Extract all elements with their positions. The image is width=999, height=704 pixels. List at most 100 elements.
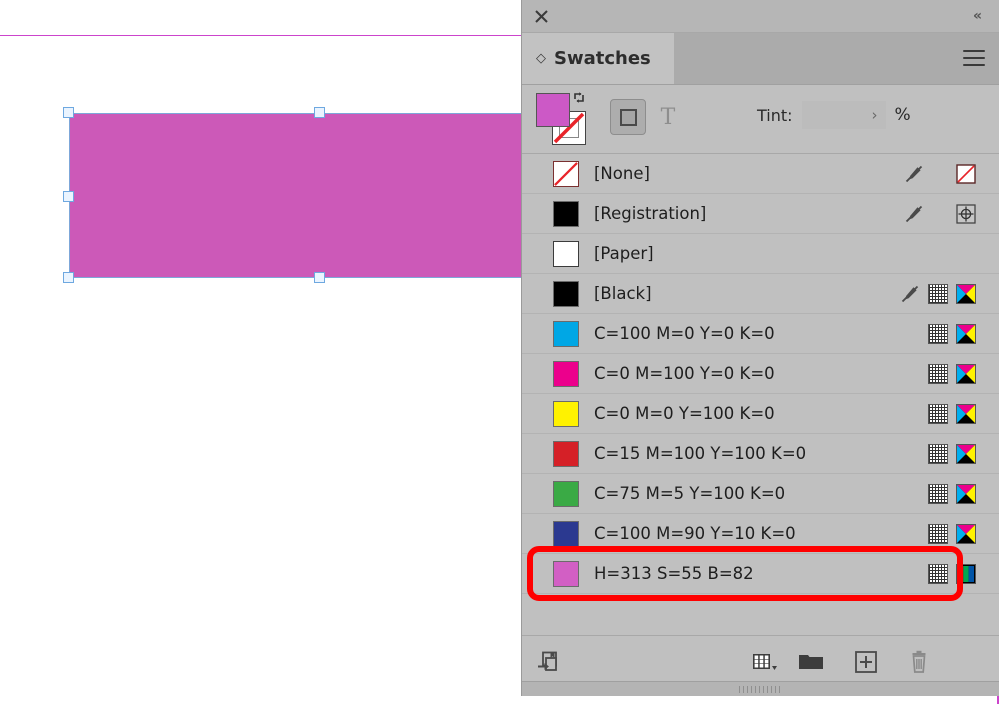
swatch-color-chip[interactable]	[553, 400, 579, 427]
selection-handle-bottom-middle[interactable]	[314, 272, 325, 283]
add-to-library-icon[interactable]	[534, 648, 564, 676]
tint-input[interactable]: ›	[801, 101, 886, 129]
tint-label: Tint:	[757, 105, 793, 125]
tint-pattern-icon	[927, 363, 949, 385]
swap-fill-stroke-icon[interactable]	[573, 91, 587, 105]
swatch-color-chip[interactable]	[553, 480, 579, 507]
swatch-row-icons	[927, 394, 977, 434]
tint-pattern-icon	[927, 323, 949, 345]
swatch-color-chip[interactable]	[553, 560, 579, 587]
panel-resize-grip[interactable]	[522, 681, 999, 696]
swatch-row[interactable]: [None]	[522, 154, 999, 194]
cmyk-icon	[955, 483, 977, 505]
panel-tab-strip: ◇ Swatches	[522, 33, 999, 85]
tab-swatches[interactable]: ◇ Swatches	[522, 33, 674, 84]
swatch-name: C=100 M=90 Y=10 K=0	[594, 524, 796, 543]
selection-handle-middle-left[interactable]	[63, 191, 74, 202]
formatting-affects-container-button[interactable]	[610, 99, 646, 135]
swatch-row-icons	[903, 194, 977, 234]
swatch-name: C=0 M=100 Y=0 K=0	[594, 364, 775, 383]
swatch-row-icons	[927, 554, 977, 594]
tab-swatches-label: Swatches	[554, 48, 651, 69]
swatch-row[interactable]: [Paper]	[522, 234, 999, 274]
selection-handle-bottom-left[interactable]	[63, 272, 74, 283]
rgb-icon	[955, 563, 977, 585]
cmyk-icon	[955, 403, 977, 425]
no-edit-lock-icon	[899, 283, 921, 305]
swatch-color-chip[interactable]	[553, 360, 579, 387]
swatch-row-icons	[927, 514, 977, 554]
selection-handle-top-middle[interactable]	[314, 107, 325, 118]
swatch-color-chip[interactable]	[553, 200, 579, 227]
selected-rectangle-shape[interactable]	[69, 113, 529, 278]
tint-pattern-icon	[927, 443, 949, 465]
none-swatch-icon	[955, 163, 977, 185]
swatch-row-icons	[927, 314, 977, 354]
cmyk-icon	[955, 323, 977, 345]
tint-stepper-chevron-icon[interactable]: ›	[872, 107, 878, 123]
swatch-row-icons	[955, 234, 977, 274]
swatch-name: C=15 M=100 Y=100 K=0	[594, 444, 807, 463]
swatch-row[interactable]: H=313 S=55 B=82	[522, 554, 999, 594]
swatch-name: [Black]	[594, 284, 652, 303]
swatch-color-chip[interactable]	[553, 320, 579, 347]
swatch-name: H=313 S=55 B=82	[594, 564, 754, 583]
new-swatch-icon[interactable]	[851, 648, 881, 676]
hamburger-menu-icon[interactable]	[963, 50, 985, 66]
swatch-color-chip[interactable]	[553, 440, 579, 467]
cmyk-icon	[955, 523, 977, 545]
swatch-name: [Paper]	[594, 244, 654, 263]
swatches-panel: « ◇ Swatches T Tint: › % [None] [Registr…	[521, 0, 999, 696]
no-edit-lock-icon	[903, 163, 925, 185]
tint-pattern-icon	[927, 523, 949, 545]
swatch-row[interactable]: C=0 M=100 Y=0 K=0	[522, 354, 999, 394]
collapse-panel-icon[interactable]: «	[967, 7, 987, 25]
tint-pattern-icon	[927, 403, 949, 425]
close-icon[interactable]	[532, 7, 550, 25]
swatch-row[interactable]: C=0 M=0 Y=100 K=0	[522, 394, 999, 434]
swatch-list[interactable]: [None] [Registration] [Paper] [Black] C=…	[522, 154, 999, 635]
selection-handle-top-left[interactable]	[63, 107, 74, 118]
cmyk-icon	[955, 363, 977, 385]
new-color-group-icon[interactable]	[750, 648, 780, 676]
swatch-name: C=75 M=5 Y=100 K=0	[594, 484, 786, 503]
formatting-affects-text-button[interactable]: T	[652, 99, 684, 135]
tint-pattern-icon	[927, 563, 949, 585]
swatch-name: [Registration]	[594, 204, 707, 223]
grip-lines-icon	[739, 685, 783, 693]
diamond-icon: ◇	[536, 51, 546, 66]
none-slash-icon	[554, 161, 578, 186]
swatch-color-chip[interactable]	[553, 280, 579, 307]
swatch-row-icons	[903, 154, 977, 194]
swatch-name: C=100 M=0 Y=0 K=0	[594, 324, 775, 343]
cmyk-icon	[955, 283, 977, 305]
tint-pattern-icon	[927, 283, 949, 305]
delete-swatch-trash-icon[interactable]	[904, 648, 934, 676]
swatch-color-chip[interactable]	[553, 160, 579, 187]
swatch-row[interactable]: C=100 M=0 Y=0 K=0	[522, 314, 999, 354]
fill-stroke-selector[interactable]	[536, 91, 592, 147]
tint-group: Tint: › %	[757, 101, 911, 129]
cmyk-icon	[955, 443, 977, 465]
swatch-row[interactable]: C=75 M=5 Y=100 K=0	[522, 474, 999, 514]
tint-percent-label: %	[894, 105, 911, 125]
icon-spacer	[955, 243, 977, 265]
swatch-row-icons	[927, 474, 977, 514]
swatch-row[interactable]: [Registration]	[522, 194, 999, 234]
new-color-group-folder-icon[interactable]	[796, 648, 826, 676]
swatch-color-chip[interactable]	[553, 240, 579, 267]
swatch-row-icons	[927, 354, 977, 394]
swatch-toolbar: T Tint: › %	[522, 85, 999, 154]
swatch-row[interactable]: C=15 M=100 Y=100 K=0	[522, 434, 999, 474]
formatting-affects-group: T	[610, 99, 684, 135]
swatch-row[interactable]: [Black]	[522, 274, 999, 314]
fill-color-chip[interactable]	[536, 93, 570, 127]
swatch-color-chip[interactable]	[553, 520, 579, 547]
swatch-row-icons	[927, 434, 977, 474]
swatch-row[interactable]: C=100 M=90 Y=10 K=0	[522, 514, 999, 554]
registration-icon	[955, 203, 977, 225]
tint-pattern-icon	[927, 483, 949, 505]
swatch-name: [None]	[594, 164, 650, 183]
swatch-name: C=0 M=0 Y=100 K=0	[594, 404, 775, 423]
no-edit-lock-icon	[903, 203, 925, 225]
